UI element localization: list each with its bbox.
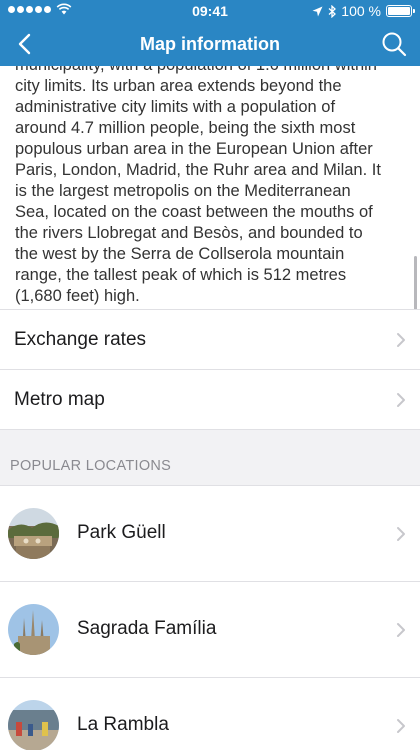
description-line: Sea, located on the coast between the mo… xyxy=(15,203,373,221)
location-arrow-icon xyxy=(312,6,323,16)
location-label: Sagrada Família xyxy=(77,618,217,639)
city-description: municipality, with a population of 1.6 m… xyxy=(0,66,420,309)
description-line: Paris, London, Madrid, the Ruhr area and… xyxy=(15,161,381,179)
location-row-sagrada-familia[interactable]: Sagrada Família xyxy=(0,581,420,677)
description-line: range, the tallest peak of which is 512 … xyxy=(15,266,347,284)
page-title: Map information xyxy=(140,34,280,54)
chevron-right-icon xyxy=(397,393,405,407)
location-label: La Rambla xyxy=(77,714,169,735)
chevron-right-icon xyxy=(397,719,405,733)
location-row-la-rambla[interactable]: La Rambla xyxy=(0,677,420,750)
bluetooth-icon xyxy=(328,4,337,18)
content-scroll[interactable]: municipality, with a population of 1.6 m… xyxy=(0,66,420,750)
chevron-right-icon xyxy=(397,333,405,347)
description-line: city limits. Its urban area extends beyo… xyxy=(15,77,342,95)
park-guell-thumbnail xyxy=(8,508,59,559)
back-button[interactable] xyxy=(10,28,42,60)
sagrada-familia-thumbnail xyxy=(8,604,59,655)
search-icon xyxy=(382,32,407,57)
status-bar: 09:41 100 % xyxy=(0,0,420,22)
metro-map-row[interactable]: Metro map xyxy=(0,369,420,429)
description-line: the rivers Llobregat and Besòs, and boun… xyxy=(15,224,363,242)
exchange-rates-label: Exchange rates xyxy=(14,329,147,350)
description-line: administrative city limits with a popula… xyxy=(15,98,336,116)
description-line: municipality, with a population of 1.6 m… xyxy=(15,66,407,76)
description-line: (1,680 feet) high. xyxy=(15,287,140,305)
battery-icon xyxy=(386,5,415,17)
chevron-right-icon xyxy=(397,623,405,637)
location-label: Park Güell xyxy=(77,522,166,543)
chevron-right-icon xyxy=(397,527,405,541)
description-line: the west by the Serra de Collserola moun… xyxy=(15,245,345,263)
description-text: municipality, with a population of 1.6 m… xyxy=(15,66,407,307)
chevron-left-icon xyxy=(18,33,31,55)
description-line: is the largest metropolis on the Mediter… xyxy=(15,182,351,200)
metro-map-label: Metro map xyxy=(14,389,105,410)
scrollbar-thumb[interactable] xyxy=(414,256,417,309)
section-title: POPULAR LOCATIONS xyxy=(10,458,172,474)
popular-locations-header: POPULAR LOCATIONS xyxy=(0,429,420,485)
la-rambla-thumbnail xyxy=(8,700,59,750)
location-row-park-guell[interactable]: Park Güell xyxy=(0,485,420,581)
navigation-bar: Map information xyxy=(0,22,420,66)
battery-percentage: 100 % xyxy=(341,3,381,19)
description-line: populous urban area in the European Unio… xyxy=(15,140,373,158)
exchange-rates-row[interactable]: Exchange rates xyxy=(0,309,420,369)
app-header: 09:41 100 % Map information xyxy=(0,0,420,66)
search-button[interactable] xyxy=(378,28,410,60)
description-line: around 4.7 million people, being the six… xyxy=(15,119,356,137)
